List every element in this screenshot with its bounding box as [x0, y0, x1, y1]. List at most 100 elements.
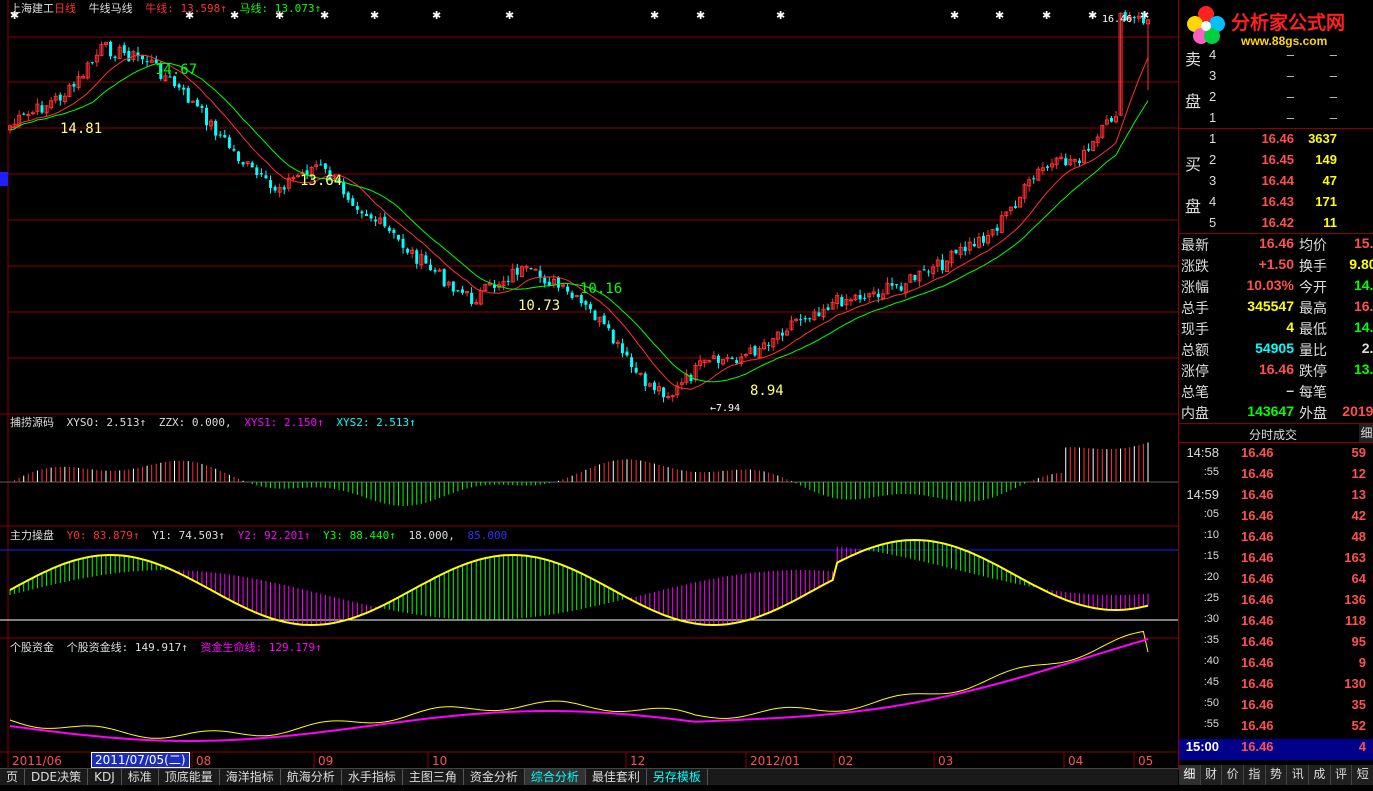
ma-line — [9, 62, 1149, 383]
level-number: 4 — [1209, 194, 1217, 209]
stat-row: 涨停 16.46 跌停 13.46 — [1179, 361, 1373, 382]
indicator-tab[interactable]: 主图三角 — [403, 769, 464, 785]
trade-row[interactable]: :25 16.46 136 — [1179, 592, 1373, 613]
sell-level-row[interactable]: 2 – – — [1179, 89, 1373, 110]
trade-row[interactable]: :30 16.46 118 — [1179, 613, 1373, 634]
candle-body — [113, 56, 117, 58]
candle-body — [295, 175, 300, 178]
buy-level-row[interactable]: 3 16.44 47 — [1179, 173, 1373, 194]
level-price: 16.42 — [1261, 215, 1294, 230]
right-tab-4[interactable]: 势 — [1265, 765, 1288, 785]
candle-body — [1045, 166, 1049, 168]
trade-row[interactable]: 14:58 16.46 59 — [1179, 445, 1373, 466]
indicator-tab[interactable]: 顶底能量 — [159, 769, 220, 785]
kline-chart-area[interactable]: ✱ ✱ ✱ ✱ ✱ ✱ ✱ ✱ ✱ ✱ ✱ ✱ ✱ ✱ ✱ ✱ 14.81 14.67 13.64 10.73 10.1… — [0, 0, 1178, 770]
trade-price: 16.46 — [1241, 487, 1274, 502]
right-tab-5[interactable]: 讯 — [1287, 765, 1310, 785]
trade-volume: 95 — [1351, 634, 1366, 649]
right-tab-7[interactable]: 评 — [1330, 765, 1353, 785]
indicator-tab[interactable]: 水手指标 — [342, 769, 403, 785]
trade-price: 16.46 — [1241, 676, 1274, 691]
indicator-tab[interactable]: 海洋指标 — [220, 769, 281, 785]
indicator-tab[interactable]: 资金分析 — [464, 769, 525, 785]
indicator-tab[interactable]: 另存模板 — [647, 769, 708, 785]
right-tab-0[interactable]: 细 — [1179, 765, 1201, 785]
right-tab-1[interactable]: 财 — [1200, 765, 1223, 785]
stat-row: 总手 345547 最高 16.46 — [1179, 298, 1373, 319]
period-label[interactable]: 日线 — [54, 2, 76, 15]
trade-row[interactable]: :55 16.46 52 — [1179, 718, 1373, 739]
stat-row: 最新 16.46 均价 15.89 — [1179, 235, 1373, 256]
pane4-name[interactable]: 个股资金 — [10, 641, 54, 654]
level-volume: 171 — [1315, 194, 1337, 209]
candle-body — [127, 50, 131, 62]
trade-time: :45 — [1203, 676, 1219, 688]
candle-body — [913, 274, 917, 281]
candle-body — [630, 357, 634, 368]
trade-price: 16.46 — [1241, 571, 1274, 586]
right-tab-3[interactable]: 指 — [1244, 765, 1266, 785]
candle-body — [1032, 178, 1036, 180]
trade-row[interactable]: :50 16.46 35 — [1179, 697, 1373, 718]
trade-row[interactable]: :55 16.46 12 — [1179, 466, 1373, 487]
candle-body — [273, 186, 277, 191]
trade-row[interactable]: 15:00 16.46 4 — [1179, 739, 1373, 760]
indicator-tab[interactable]: 综合分析 — [524, 769, 586, 785]
candle-body — [122, 45, 126, 53]
indicator-tab[interactable]: 最佳套利 — [586, 769, 647, 785]
candle-body — [451, 281, 455, 292]
trade-row[interactable]: 14:59 16.46 13 — [1179, 487, 1373, 508]
buy-level-row[interactable]: 4 16.43 171 — [1179, 194, 1373, 215]
stat-value: 54905 — [1255, 340, 1294, 356]
pane2-name[interactable]: 捕捞源码 — [10, 416, 54, 429]
trade-price: 16.46 — [1241, 655, 1274, 670]
buy-level-row[interactable]: 1 16.46 3637 — [1179, 131, 1373, 152]
trade-row[interactable]: :40 16.46 9 — [1179, 655, 1373, 676]
trade-row[interactable]: :15 16.46 163 — [1179, 550, 1373, 571]
trade-row[interactable]: :35 16.46 95 — [1179, 634, 1373, 655]
candle-body — [90, 62, 94, 64]
candle-body — [392, 229, 396, 234]
price-label-p4: 10.73 — [518, 298, 560, 314]
candle-body — [369, 214, 373, 219]
sell-level-row[interactable]: 4 – – — [1179, 47, 1373, 68]
candle-body — [1064, 158, 1068, 166]
trade-row[interactable]: :45 16.46 130 — [1179, 676, 1373, 697]
pane2-header: 捕捞源码 XYSO: 2.513↑ ZZX: 0.000, XYS1: 2.15… — [10, 414, 422, 430]
trade-time: :40 — [1203, 655, 1219, 667]
trade-header-title[interactable]: 分时成交 — [1249, 426, 1297, 443]
level-volume: 47 — [1322, 173, 1337, 188]
trade-row[interactable]: :20 16.46 64 — [1179, 571, 1373, 592]
stat-value: – — [1286, 382, 1294, 398]
stock-name[interactable]: 上海建工 — [10, 2, 54, 15]
stat-value: 10.03% — [1246, 277, 1294, 293]
trade-row[interactable]: :05 16.46 42 — [1179, 508, 1373, 529]
candle-body — [351, 198, 355, 206]
right-tab-2[interactable]: 价 — [1222, 765, 1245, 785]
right-tab-6[interactable]: 成 — [1309, 765, 1331, 785]
level-volume: – — [1329, 89, 1337, 104]
candle-body — [319, 164, 323, 166]
indicator-tab[interactable]: 页 — [0, 769, 26, 785]
pane3-name[interactable]: 主力操盘 — [10, 529, 54, 542]
buy-level-row[interactable]: 2 16.45 149 — [1179, 152, 1373, 173]
stat-row: 总额 54905 量比 2.20 — [1179, 340, 1373, 361]
sell-level-row[interactable]: 1 – – — [1179, 110, 1373, 131]
candle-body — [662, 387, 666, 398]
indicator-tab[interactable]: DDE决策 — [25, 769, 89, 785]
sell-level-row[interactable]: 3 – – — [1179, 68, 1373, 89]
candle-body — [241, 162, 245, 165]
indicator-tab[interactable]: 标准 — [122, 769, 159, 785]
indicator-tab[interactable]: 航海分析 — [281, 769, 342, 785]
y0-value: Y0: 83.879↑ — [66, 529, 140, 542]
level-number: 3 — [1209, 68, 1217, 83]
buy-level-row[interactable]: 5 16.42 11 — [1179, 215, 1373, 236]
trade-row[interactable]: :10 16.46 48 — [1179, 529, 1373, 550]
detail-button[interactable]: 细 — [1359, 424, 1373, 442]
right-tab-8[interactable]: 短 — [1352, 765, 1373, 785]
scroll-marker — [0, 172, 8, 186]
date-label: 12 — [630, 754, 645, 768]
level-volume: 11 — [1323, 215, 1337, 230]
indicator-tab[interactable]: KDJ — [88, 769, 122, 785]
indicator-name[interactable]: 牛线马线 — [89, 2, 133, 15]
